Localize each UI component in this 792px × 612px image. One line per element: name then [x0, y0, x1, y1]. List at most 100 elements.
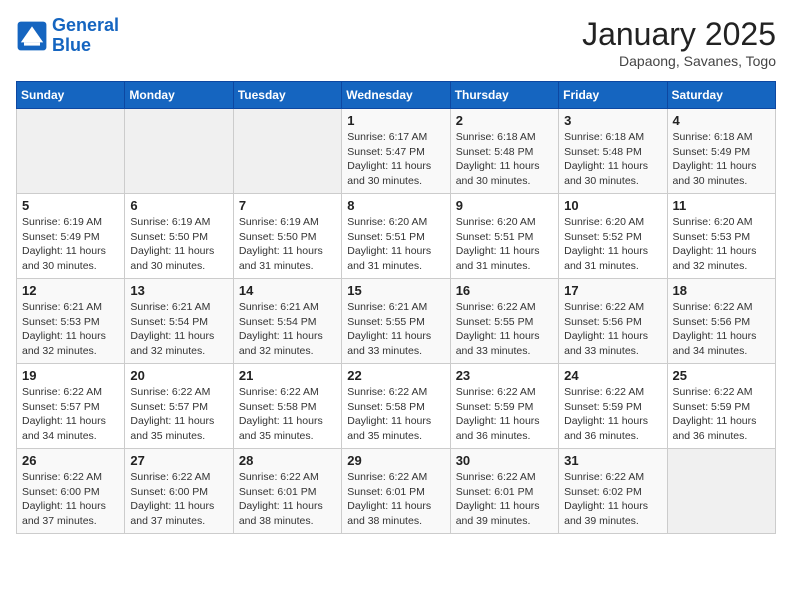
day-number: 12 [22, 283, 119, 298]
day-detail: Sunrise: 6:19 AM Sunset: 5:49 PM Dayligh… [22, 215, 119, 274]
day-number: 11 [673, 198, 770, 213]
logo-icon [16, 20, 48, 52]
weekday-header-tuesday: Tuesday [233, 82, 341, 109]
calendar-cell: 6 Sunrise: 6:19 AM Sunset: 5:50 PM Daylig… [125, 194, 233, 279]
day-number: 14 [239, 283, 336, 298]
day-number: 9 [456, 198, 553, 213]
day-number: 31 [564, 453, 661, 468]
day-detail: Sunrise: 6:20 AM Sunset: 5:51 PM Dayligh… [456, 215, 553, 274]
day-detail: Sunrise: 6:19 AM Sunset: 5:50 PM Dayligh… [239, 215, 336, 274]
calendar-cell: 20 Sunrise: 6:22 AM Sunset: 5:57 PM Dayli… [125, 364, 233, 449]
calendar-week-2: 5 Sunrise: 6:19 AM Sunset: 5:49 PM Daylig… [17, 194, 776, 279]
day-number: 24 [564, 368, 661, 383]
day-detail: Sunrise: 6:21 AM Sunset: 5:54 PM Dayligh… [239, 300, 336, 359]
weekday-header-monday: Monday [125, 82, 233, 109]
calendar-cell: 14 Sunrise: 6:21 AM Sunset: 5:54 PM Dayli… [233, 279, 341, 364]
calendar-cell: 16 Sunrise: 6:22 AM Sunset: 5:55 PM Dayli… [450, 279, 558, 364]
day-number: 1 [347, 113, 444, 128]
day-number: 15 [347, 283, 444, 298]
day-number: 8 [347, 198, 444, 213]
calendar-cell: 26 Sunrise: 6:22 AM Sunset: 6:00 PM Dayli… [17, 449, 125, 534]
day-number: 20 [130, 368, 227, 383]
calendar-cell [17, 109, 125, 194]
day-detail: Sunrise: 6:20 AM Sunset: 5:52 PM Dayligh… [564, 215, 661, 274]
calendar-cell: 7 Sunrise: 6:19 AM Sunset: 5:50 PM Daylig… [233, 194, 341, 279]
calendar-cell [667, 449, 775, 534]
day-detail: Sunrise: 6:22 AM Sunset: 5:59 PM Dayligh… [673, 385, 770, 444]
calendar-cell: 15 Sunrise: 6:21 AM Sunset: 5:55 PM Dayli… [342, 279, 450, 364]
day-detail: Sunrise: 6:17 AM Sunset: 5:47 PM Dayligh… [347, 130, 444, 189]
day-number: 29 [347, 453, 444, 468]
calendar-cell: 19 Sunrise: 6:22 AM Sunset: 5:57 PM Dayli… [17, 364, 125, 449]
location-subtitle: Dapaong, Savanes, Togo [582, 53, 776, 69]
day-detail: Sunrise: 6:18 AM Sunset: 5:48 PM Dayligh… [456, 130, 553, 189]
calendar-cell: 11Sunrise: 6:20 AM Sunset: 5:53 PM Dayli… [667, 194, 775, 279]
day-detail: Sunrise: 6:18 AM Sunset: 5:49 PM Dayligh… [673, 130, 770, 189]
calendar-cell: 31Sunrise: 6:22 AM Sunset: 6:02 PM Dayli… [559, 449, 667, 534]
calendar-cell: 25 Sunrise: 6:22 AM Sunset: 5:59 PM Dayli… [667, 364, 775, 449]
weekday-header-friday: Friday [559, 82, 667, 109]
day-detail: Sunrise: 6:22 AM Sunset: 5:55 PM Dayligh… [456, 300, 553, 359]
day-detail: Sunrise: 6:21 AM Sunset: 5:55 PM Dayligh… [347, 300, 444, 359]
calendar-cell: 23 Sunrise: 6:22 AM Sunset: 5:59 PM Dayli… [450, 364, 558, 449]
day-number: 16 [456, 283, 553, 298]
day-number: 25 [673, 368, 770, 383]
calendar-cell: 22 Sunrise: 6:22 AM Sunset: 5:58 PM Dayli… [342, 364, 450, 449]
day-detail: Sunrise: 6:22 AM Sunset: 5:59 PM Dayligh… [456, 385, 553, 444]
day-number: 4 [673, 113, 770, 128]
page-header: General Blue January 2025 Dapaong, Savan… [16, 16, 776, 69]
day-detail: Sunrise: 6:19 AM Sunset: 5:50 PM Dayligh… [130, 215, 227, 274]
calendar-cell: 2Sunrise: 6:18 AM Sunset: 5:48 PM Daylig… [450, 109, 558, 194]
calendar-cell [125, 109, 233, 194]
day-number: 26 [22, 453, 119, 468]
day-detail: Sunrise: 6:22 AM Sunset: 6:00 PM Dayligh… [130, 470, 227, 529]
weekday-header-sunday: Sunday [17, 82, 125, 109]
calendar-cell: 29Sunrise: 6:22 AM Sunset: 6:01 PM Dayli… [342, 449, 450, 534]
day-number: 23 [456, 368, 553, 383]
day-detail: Sunrise: 6:22 AM Sunset: 6:00 PM Dayligh… [22, 470, 119, 529]
calendar-cell: 24 Sunrise: 6:22 AM Sunset: 5:59 PM Dayli… [559, 364, 667, 449]
day-number: 19 [22, 368, 119, 383]
day-number: 10 [564, 198, 661, 213]
calendar-cell: 17 Sunrise: 6:22 AM Sunset: 5:56 PM Dayli… [559, 279, 667, 364]
day-detail: Sunrise: 6:22 AM Sunset: 5:57 PM Dayligh… [130, 385, 227, 444]
day-number: 6 [130, 198, 227, 213]
calendar-cell [233, 109, 341, 194]
day-number: 13 [130, 283, 227, 298]
calendar-week-1: 1 Sunrise: 6:17 AM Sunset: 5:47 PM Daylig… [17, 109, 776, 194]
calendar-table: SundayMondayTuesdayWednesdayThursdayFrid… [16, 81, 776, 534]
day-detail: Sunrise: 6:22 AM Sunset: 5:59 PM Dayligh… [564, 385, 661, 444]
day-detail: Sunrise: 6:22 AM Sunset: 5:58 PM Dayligh… [347, 385, 444, 444]
day-number: 28 [239, 453, 336, 468]
calendar-cell: 8 Sunrise: 6:20 AM Sunset: 5:51 PM Daylig… [342, 194, 450, 279]
day-number: 22 [347, 368, 444, 383]
day-number: 27 [130, 453, 227, 468]
weekday-header-saturday: Saturday [667, 82, 775, 109]
day-detail: Sunrise: 6:20 AM Sunset: 5:51 PM Dayligh… [347, 215, 444, 274]
month-title: January 2025 [582, 16, 776, 53]
day-number: 17 [564, 283, 661, 298]
day-detail: Sunrise: 6:22 AM Sunset: 5:56 PM Dayligh… [673, 300, 770, 359]
logo-text: General Blue [52, 16, 119, 56]
calendar-cell: 30Sunrise: 6:22 AM Sunset: 6:01 PM Dayli… [450, 449, 558, 534]
day-number: 21 [239, 368, 336, 383]
day-detail: Sunrise: 6:18 AM Sunset: 5:48 PM Dayligh… [564, 130, 661, 189]
logo-line1: General [52, 15, 119, 35]
day-number: 5 [22, 198, 119, 213]
calendar-cell: 4 Sunrise: 6:18 AM Sunset: 5:49 PM Daylig… [667, 109, 775, 194]
calendar-cell: 18Sunrise: 6:22 AM Sunset: 5:56 PM Dayli… [667, 279, 775, 364]
calendar-cell: 10 Sunrise: 6:20 AM Sunset: 5:52 PM Dayli… [559, 194, 667, 279]
day-detail: Sunrise: 6:21 AM Sunset: 5:54 PM Dayligh… [130, 300, 227, 359]
day-detail: Sunrise: 6:22 AM Sunset: 5:57 PM Dayligh… [22, 385, 119, 444]
calendar-cell: 5 Sunrise: 6:19 AM Sunset: 5:49 PM Daylig… [17, 194, 125, 279]
day-detail: Sunrise: 6:21 AM Sunset: 5:53 PM Dayligh… [22, 300, 119, 359]
calendar-cell: 13 Sunrise: 6:21 AM Sunset: 5:54 PM Dayli… [125, 279, 233, 364]
calendar-cell: 27 Sunrise: 6:22 AM Sunset: 6:00 PM Dayli… [125, 449, 233, 534]
day-detail: Sunrise: 6:22 AM Sunset: 5:58 PM Dayligh… [239, 385, 336, 444]
calendar-cell: 1 Sunrise: 6:17 AM Sunset: 5:47 PM Daylig… [342, 109, 450, 194]
weekday-header-thursday: Thursday [450, 82, 558, 109]
logo: General Blue [16, 16, 119, 56]
day-number: 7 [239, 198, 336, 213]
calendar-week-5: 26 Sunrise: 6:22 AM Sunset: 6:00 PM Dayli… [17, 449, 776, 534]
day-detail: Sunrise: 6:22 AM Sunset: 5:56 PM Dayligh… [564, 300, 661, 359]
